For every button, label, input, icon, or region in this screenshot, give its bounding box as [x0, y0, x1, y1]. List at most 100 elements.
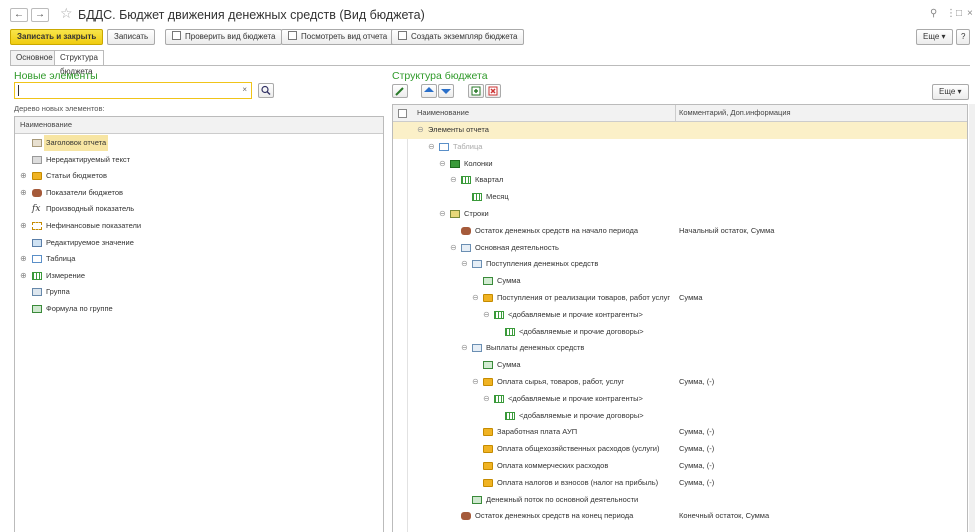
structure-row[interactable]: <добавляемые и прочие договоры>: [393, 324, 967, 341]
folder-icon: [483, 294, 493, 302]
view-report-button[interactable]: Посмотреть вид отчета: [281, 29, 395, 45]
close-icon[interactable]: ×: [967, 8, 973, 19]
expand-icon[interactable]: ⊕: [20, 185, 28, 201]
remove-element-button[interactable]: [485, 84, 501, 98]
structure-row[interactable]: ⊖ <добавляемые и прочие контрагенты>: [393, 307, 967, 324]
collapse-icon[interactable]: ⊖: [439, 206, 446, 222]
structure-row[interactable]: <добавляемые и прочие договоры>: [393, 408, 967, 425]
structure-row[interactable]: ⊖ Колонки: [393, 156, 967, 173]
tree-item-label: Таблица: [46, 254, 76, 264]
structure-row[interactable]: Оплата коммерческих расходов Сумма, (-): [393, 458, 967, 475]
collapse-icon[interactable]: ⊖: [450, 240, 457, 256]
check-icon: [172, 31, 181, 40]
structure-row[interactable]: ⊖ Элементы отчета: [393, 122, 967, 139]
collapse-icon[interactable]: ⊖: [417, 122, 424, 138]
tree-item[interactable]: ⊕ Показатели бюджетов: [15, 185, 383, 202]
structure-row[interactable]: ⊖ Строки: [393, 206, 967, 223]
structure-row-label: Остаток денежных средств на начало перио…: [475, 225, 639, 235]
collapse-icon[interactable]: ⊖: [483, 307, 490, 323]
structure-row-label: Поступления от реализации товаров, работ…: [497, 293, 671, 302]
structure-row[interactable]: Остаток денежных средств на конец период…: [393, 508, 967, 525]
collapse-icon[interactable]: ⊖: [450, 172, 457, 188]
add-element-button[interactable]: [468, 84, 484, 98]
structure-row[interactable]: Оплата налогов и взносов (налог на прибы…: [393, 475, 967, 492]
collapse-icon[interactable]: ⊖: [472, 374, 479, 390]
structure-row-label: Денежный поток по основной деятельности: [486, 494, 639, 504]
tree-item[interactable]: fx Производный показатель: [15, 201, 383, 218]
move-down-icon: [441, 89, 451, 94]
structure-row[interactable]: Оплата общехозяйственных расходов (услуг…: [393, 441, 967, 458]
collapse-icon[interactable]: ⊖: [439, 156, 446, 172]
structure-row[interactable]: ⊖ Квартал: [393, 172, 967, 189]
move-down-button[interactable]: [438, 84, 454, 98]
structure-row[interactable]: Сумма: [393, 357, 967, 374]
vertical-scrollbar[interactable]: [969, 104, 975, 532]
move-up-button[interactable]: [421, 84, 437, 98]
search-button[interactable]: [258, 83, 274, 98]
expand-icon[interactable]: ⊕: [20, 168, 28, 184]
help-button[interactable]: ?: [956, 29, 971, 45]
tree-item[interactable]: Формула по группе: [15, 301, 383, 318]
structure-row-label: Основная деятельность: [475, 242, 559, 252]
tree-item[interactable]: ⊕ Нефинансовые показатели: [15, 218, 383, 235]
tree-item[interactable]: Заголовок отчета: [15, 135, 383, 152]
tree-item[interactable]: ⊕ Таблица: [15, 251, 383, 268]
structure-row-label: Оплата налогов и взносов (налог на прибы…: [497, 477, 659, 487]
collapse-icon[interactable]: ⊖: [461, 256, 468, 272]
structure-row[interactable]: Заработная плата АУП Сумма, (-): [393, 424, 967, 441]
search-input[interactable]: ×: [14, 82, 252, 99]
tree-item[interactable]: ⊕ Измерение: [15, 268, 383, 285]
tree-item[interactable]: Редактируемое значение: [15, 235, 383, 252]
new-elements-title: Новые элементы: [14, 70, 98, 82]
structure-row[interactable]: Остаток денежных средств на начало перио…: [393, 223, 967, 240]
select-all-checkbox[interactable]: [398, 109, 407, 118]
structure-row[interactable]: Сумма: [393, 273, 967, 290]
structure-row[interactable]: ⊖ Поступления денежных средств: [393, 256, 967, 273]
more-actions-icon[interactable]: ⋮: [946, 8, 956, 19]
structure-row-label: <добавляемые и прочие контрагенты>: [508, 309, 643, 319]
structure-row-label: Сумма: [497, 276, 521, 286]
collapse-icon[interactable]: ⊖: [483, 391, 490, 407]
expand-icon[interactable]: ⊕: [20, 251, 28, 267]
structure-row-label: Заработная плата АУП: [497, 427, 578, 437]
collapse-icon[interactable]: ⊖: [472, 290, 479, 306]
save-and-close-button[interactable]: Записать и закрыть: [10, 29, 104, 45]
structure-row-label: <добавляемые и прочие контрагенты>: [508, 393, 643, 403]
folder-icon: [483, 445, 493, 454]
back-button[interactable]: ←: [10, 8, 28, 22]
forward-button[interactable]: →: [31, 8, 49, 22]
right-more-button[interactable]: Еще ▾: [932, 84, 969, 100]
tab-budget-structure[interactable]: Структура бюджета: [54, 50, 104, 76]
structure-row-label: Строки: [464, 209, 489, 218]
restore-icon[interactable]: □: [956, 8, 962, 19]
collapse-icon[interactable]: ⊖: [428, 139, 435, 155]
link-icon[interactable]: ⚲: [930, 8, 937, 19]
structure-row[interactable]: ⊖ Выплаты денежных средств: [393, 340, 967, 357]
tree-item[interactable]: Группа: [15, 284, 383, 301]
move-up-icon: [424, 87, 434, 92]
indicator-icon: [461, 512, 471, 521]
clear-search-icon[interactable]: ×: [242, 85, 247, 94]
expand-icon[interactable]: ⊕: [20, 218, 28, 234]
structure-row[interactable]: Месяц: [393, 189, 967, 206]
tab-main[interactable]: Основное: [10, 50, 59, 65]
structure-row[interactable]: ⊖ Поступления от реализации товаров, рабо…: [393, 290, 967, 307]
collapse-icon[interactable]: ⊖: [461, 340, 468, 356]
tree-item-label: Производный показатель: [46, 204, 135, 214]
tree-item[interactable]: ⊕ Статьи бюджетов: [15, 168, 383, 185]
check-budget-view-button[interactable]: Проверить вид бюджета: [165, 29, 283, 45]
create-instance-button[interactable]: Создать экземпляр бюджета: [391, 29, 525, 45]
more-button[interactable]: Еще ▾: [916, 29, 953, 45]
structure-row[interactable]: ⊖ <добавляемые и прочие контрагенты>: [393, 391, 967, 408]
editable-value-icon: [32, 238, 42, 247]
edit-button[interactable]: [392, 84, 408, 98]
structure-row[interactable]: ⊖ Оплата сырья, товаров, работ, услуг Сумм…: [393, 374, 967, 391]
structure-row[interactable]: Денежный поток по основной деятельности: [393, 492, 967, 509]
structure-row[interactable]: ⊖ Таблица: [393, 139, 967, 156]
expand-icon[interactable]: ⊕: [20, 268, 28, 284]
structure-row-label: Выплаты денежных средств: [486, 343, 585, 353]
tree-item[interactable]: Нередактируемый текст: [15, 152, 383, 169]
favorite-star-icon[interactable]: ☆: [60, 5, 73, 22]
save-button[interactable]: Записать: [107, 29, 156, 45]
structure-row[interactable]: ⊖ Основная деятельность: [393, 240, 967, 257]
